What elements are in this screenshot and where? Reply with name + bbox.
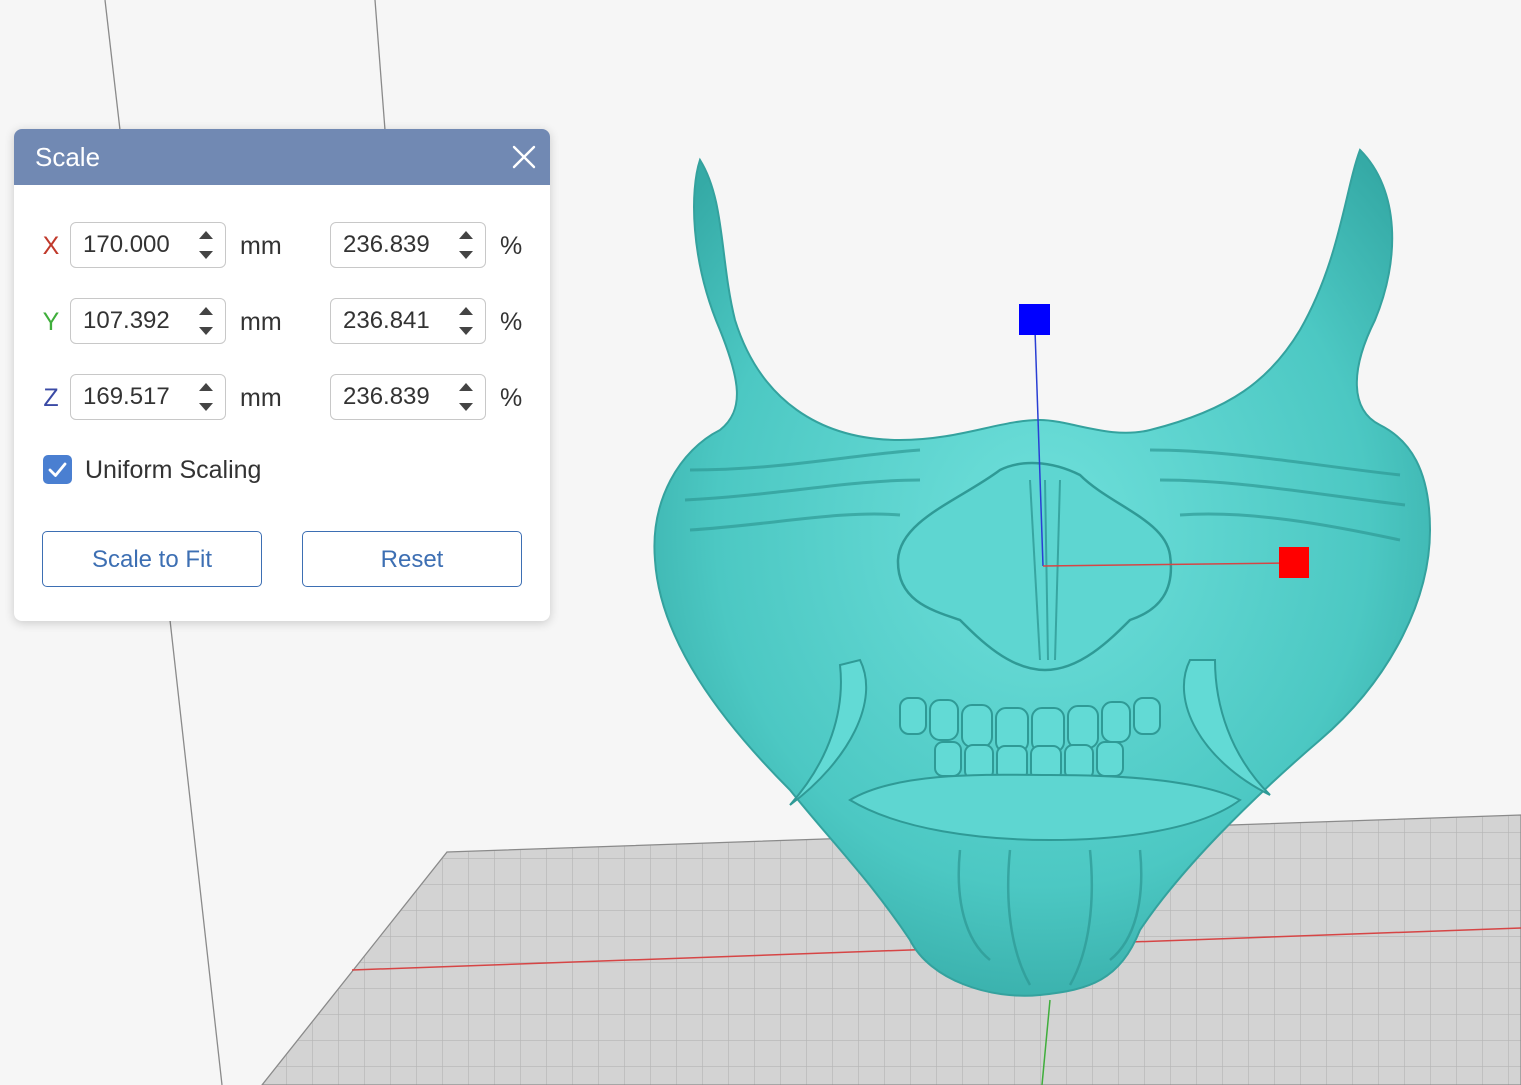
decrement-arrow-icon[interactable] — [455, 398, 477, 416]
y-percent-unit: % — [500, 308, 523, 336]
x-scale-handle[interactable] — [1279, 547, 1309, 578]
scale-panel: Scale X mm % Y mm — [14, 129, 550, 621]
y-mm-input[interactable] — [71, 299, 189, 342]
scale-to-fit-button[interactable]: Scale to Fit — [42, 531, 262, 587]
y-axis-label: Y — [42, 308, 60, 336]
y-mm-unit: mm — [240, 308, 282, 336]
x-percent-spinbox[interactable] — [330, 222, 486, 268]
x-percent-input[interactable] — [331, 223, 449, 266]
x-percent-unit: % — [500, 232, 523, 260]
increment-arrow-icon[interactable] — [195, 226, 217, 244]
z-percent-unit: % — [500, 384, 523, 412]
increment-arrow-icon[interactable] — [455, 378, 477, 396]
decrement-arrow-icon[interactable] — [455, 322, 477, 340]
panel-header: Scale — [14, 129, 550, 185]
uniform-scaling-checkbox[interactable] — [43, 455, 72, 484]
scale-row-x: X mm % — [14, 222, 550, 270]
scale-row-z: Z mm % — [14, 374, 550, 422]
z-mm-spinbox[interactable] — [70, 374, 226, 420]
checkmark-icon — [48, 462, 67, 477]
reset-button[interactable]: Reset — [302, 531, 522, 587]
uniform-scaling-label: Uniform Scaling — [85, 456, 262, 484]
x-mm-unit: mm — [240, 232, 282, 260]
increment-arrow-icon[interactable] — [195, 378, 217, 396]
panel-title: Scale — [35, 142, 101, 172]
z-percent-input[interactable] — [331, 375, 449, 418]
decrement-arrow-icon[interactable] — [195, 322, 217, 340]
z-percent-spinbox[interactable] — [330, 374, 486, 420]
decrement-arrow-icon[interactable] — [195, 398, 217, 416]
x-axis-label: X — [42, 232, 60, 260]
y-percent-spinbox[interactable] — [330, 298, 486, 344]
decrement-arrow-icon[interactable] — [195, 246, 217, 264]
z-mm-input[interactable] — [71, 375, 189, 418]
increment-arrow-icon[interactable] — [195, 302, 217, 320]
close-icon[interactable] — [508, 141, 540, 173]
increment-arrow-icon[interactable] — [455, 226, 477, 244]
y-mm-spinbox[interactable] — [70, 298, 226, 344]
increment-arrow-icon[interactable] — [455, 302, 477, 320]
x-mm-input[interactable] — [71, 223, 189, 266]
z-axis-label: Z — [43, 384, 59, 412]
z-scale-handle[interactable] — [1019, 304, 1050, 335]
scale-row-y: Y mm % — [14, 298, 550, 346]
y-percent-input[interactable] — [331, 299, 449, 342]
z-mm-unit: mm — [240, 384, 282, 412]
decrement-arrow-icon[interactable] — [455, 246, 477, 264]
x-mm-spinbox[interactable] — [70, 222, 226, 268]
